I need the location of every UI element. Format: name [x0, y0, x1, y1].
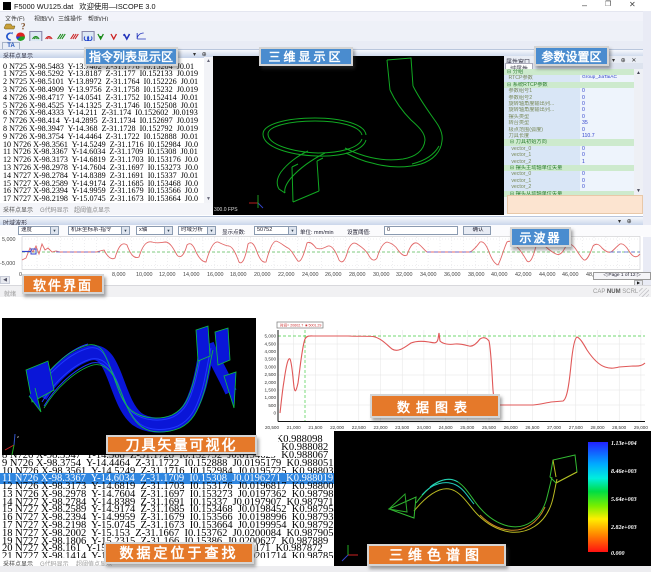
svg-text:29,000: 29,000 [634, 425, 648, 430]
svg-text:5,000: 5,000 [265, 334, 277, 339]
svg-text:?: ? [21, 22, 26, 32]
svg-text:22,000: 22,000 [330, 425, 344, 430]
svg-text:z: z [17, 434, 19, 439]
svg-text:5.64e+003: 5.64e+003 [611, 497, 637, 503]
svg-text:时间= 20602.7 ■ 5001.29: 时间= 20602.7 ■ 5001.29 [280, 323, 321, 328]
svg-text:21,000: 21,000 [287, 425, 301, 430]
svg-text:28,000: 28,000 [590, 425, 604, 430]
svg-text:20,500: 20,500 [265, 425, 279, 430]
svg-text:24,500: 24,500 [439, 425, 453, 430]
svg-text:22,500: 22,500 [352, 425, 366, 430]
svg-text:3,000: 3,000 [265, 364, 277, 369]
svg-text:23,500: 23,500 [395, 425, 409, 430]
svg-text:21,500: 21,500 [308, 425, 322, 430]
svg-text:2,500: 2,500 [265, 372, 277, 377]
svg-text:25,500: 25,500 [482, 425, 496, 430]
svg-text:25,000: 25,000 [460, 425, 474, 430]
svg-text:26,000: 26,000 [504, 425, 518, 430]
svg-text:8.46e+003: 8.46e+003 [611, 469, 637, 475]
svg-text:3,500: 3,500 [265, 357, 277, 362]
svg-text:0.000: 0.000 [611, 551, 625, 557]
svg-text:0: 0 [273, 411, 276, 416]
svg-text:1,500: 1,500 [265, 388, 277, 393]
svg-text:2,000: 2,000 [265, 380, 277, 385]
svg-text:26,500: 26,500 [525, 425, 539, 430]
svg-text:27,500: 27,500 [569, 425, 583, 430]
svg-text:28,500: 28,500 [612, 425, 626, 430]
svg-text:27,000: 27,000 [547, 425, 561, 430]
svg-text:1.13e+004: 1.13e+004 [611, 441, 637, 447]
svg-text:500: 500 [268, 403, 276, 408]
svg-text:4,000: 4,000 [265, 349, 277, 354]
svg-text:4,500: 4,500 [265, 341, 277, 346]
svg-text:2.82e+003: 2.82e+003 [610, 525, 637, 531]
svg-text:24,000: 24,000 [417, 425, 431, 430]
svg-text:23,000: 23,000 [373, 425, 387, 430]
svg-text:1,000: 1,000 [265, 395, 277, 400]
